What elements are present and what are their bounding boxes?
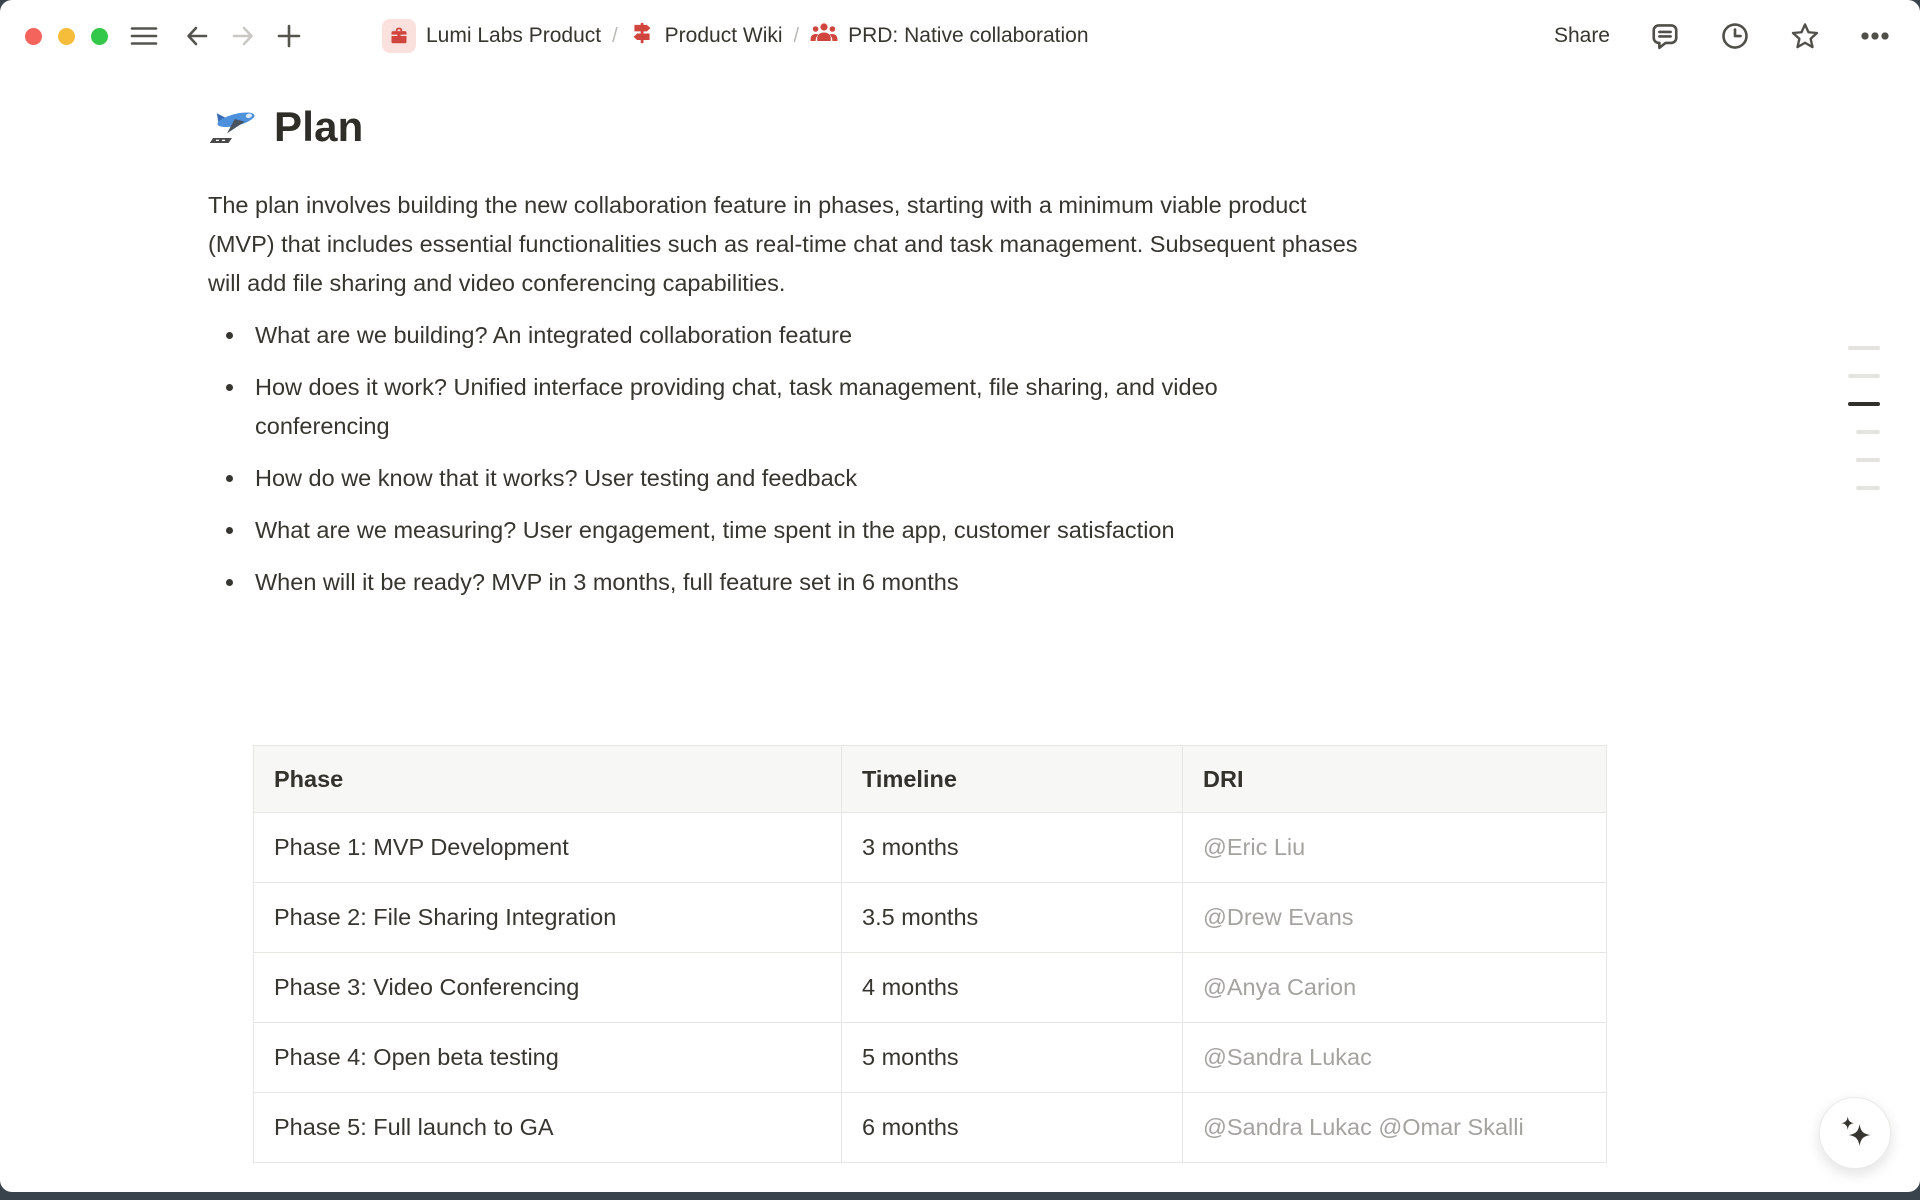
column-header-dri[interactable]: DRI [1183, 746, 1607, 813]
timeline-cell[interactable]: 3 months [842, 813, 1183, 883]
sidebar-menu-button[interactable] [130, 25, 158, 47]
table-row: Phase 4: Open beta testing 5 months @San… [254, 1023, 1607, 1093]
plus-icon [276, 23, 302, 49]
dri-cell[interactable]: @Sandra Lukac @Omar Skalli [1183, 1093, 1607, 1163]
phase-cell[interactable]: Phase 5: Full launch to GA [254, 1093, 842, 1163]
breadcrumb-separator: / [612, 25, 618, 48]
more-options-button[interactable] [1860, 21, 1890, 51]
phase-cell[interactable]: Phase 3: Video Conferencing [254, 953, 842, 1023]
column-header-phase[interactable]: Phase [254, 746, 842, 813]
more-options-icon [1860, 21, 1890, 51]
signpost-icon [629, 20, 655, 52]
list-item-text: How do we know that it works? User testi… [255, 465, 857, 491]
list-item[interactable]: What are we building? An integrated coll… [208, 316, 1358, 355]
bullet-marker [226, 527, 233, 534]
navigate-forward-button[interactable] [230, 24, 256, 48]
briefcase-icon [382, 19, 416, 53]
hamburger-icon [130, 25, 158, 47]
outline-line-active[interactable] [1848, 402, 1880, 406]
breadcrumb-label: Product Wiki [665, 24, 783, 48]
dri-cell[interactable]: @Sandra Lukac [1183, 1023, 1607, 1093]
list-item-text: What are we building? An integrated coll… [255, 322, 852, 348]
dri-cell[interactable]: @Anya Carion [1183, 953, 1607, 1023]
breadcrumb-separator: / [794, 25, 800, 48]
list-item-text: When will it be ready? MVP in 3 months, … [255, 569, 959, 595]
arrow-left-icon [184, 24, 210, 48]
app-window: Lumi Labs Product / Product Wiki / [0, 0, 1920, 1192]
close-window-button[interactable] [25, 28, 42, 45]
timeline-cell[interactable]: 3.5 months [842, 883, 1183, 953]
timeline-cell[interactable]: 5 months [842, 1023, 1183, 1093]
titlebar-actions: Share [1554, 21, 1890, 51]
phase-cell[interactable]: Phase 2: File Sharing Integration [254, 883, 842, 953]
ai-assistant-button[interactable] [1819, 1097, 1891, 1169]
table-row: Phase 5: Full launch to GA 6 months @San… [254, 1093, 1607, 1163]
list-item[interactable]: How does it work? Unified interface prov… [208, 368, 1358, 446]
share-button[interactable]: Share [1554, 24, 1610, 48]
list-item[interactable]: What are we measuring? User engagement, … [208, 511, 1358, 550]
list-item-text: How does it work? Unified interface prov… [255, 374, 1218, 439]
outline-line[interactable] [1856, 430, 1880, 434]
table-row: Phase 2: File Sharing Integration 3.5 mo… [254, 883, 1607, 953]
comments-button[interactable] [1650, 21, 1680, 51]
timeline-cell[interactable]: 4 months [842, 953, 1183, 1023]
breadcrumb-item-prd[interactable]: PRD: Native collaboration [810, 21, 1088, 51]
updates-button[interactable] [1720, 21, 1750, 51]
outline-line[interactable] [1856, 486, 1880, 490]
people-group-icon [810, 21, 838, 51]
breadcrumb-item-workspace[interactable]: Lumi Labs Product [382, 19, 601, 53]
sparkles-icon [1835, 1112, 1875, 1155]
new-page-button[interactable] [276, 23, 302, 49]
phases-table: Phase Timeline DRI Phase 1: MVP Developm… [253, 745, 1607, 1163]
window-controls [25, 28, 108, 45]
page-title-text: Plan [274, 103, 364, 151]
list-item-text: What are we measuring? User engagement, … [255, 517, 1175, 543]
column-header-timeline[interactable]: Timeline [842, 746, 1183, 813]
arrow-right-icon [230, 24, 256, 48]
table-row: Phase 1: MVP Development 3 months @Eric … [254, 813, 1607, 883]
bullet-marker [226, 579, 233, 586]
comments-icon [1650, 21, 1680, 51]
breadcrumb-label: PRD: Native collaboration [848, 24, 1088, 48]
outline-line[interactable] [1856, 458, 1880, 462]
minimize-window-button[interactable] [58, 28, 75, 45]
zoom-window-button[interactable] [91, 28, 108, 45]
favorite-star-icon [1790, 21, 1820, 51]
breadcrumb-label: Lumi Labs Product [426, 24, 601, 48]
bullet-marker [226, 384, 233, 391]
page-content: Plan The plan involves building the new … [0, 72, 1920, 1163]
questions-list: What are we building? An integrated coll… [208, 316, 1358, 602]
table-row: Phase 3: Video Conferencing 4 months @An… [254, 953, 1607, 1023]
document-outline-indicator[interactable] [1848, 346, 1880, 514]
phase-cell[interactable]: Phase 4: Open beta testing [254, 1023, 842, 1093]
outline-line[interactable] [1848, 346, 1880, 350]
breadcrumb: Lumi Labs Product / Product Wiki / [382, 19, 1089, 53]
timeline-cell[interactable]: 6 months [842, 1093, 1183, 1163]
breadcrumb-item-product-wiki[interactable]: Product Wiki [629, 20, 783, 52]
page-title[interactable]: Plan [208, 98, 1920, 156]
dri-cell[interactable]: @Eric Liu [1183, 813, 1607, 883]
table-header-row: Phase Timeline DRI [254, 746, 1607, 813]
phase-cell[interactable]: Phase 1: MVP Development [254, 813, 842, 883]
navigate-back-button[interactable] [184, 24, 210, 48]
dri-cell[interactable]: @Drew Evans [1183, 883, 1607, 953]
airplane-departure-icon [208, 98, 258, 156]
favorite-button[interactable] [1790, 21, 1820, 51]
bullet-marker [226, 332, 233, 339]
list-item[interactable]: When will it be ready? MVP in 3 months, … [208, 563, 1358, 602]
titlebar: Lumi Labs Product / Product Wiki / [0, 0, 1920, 72]
outline-line[interactable] [1848, 374, 1880, 378]
list-item[interactable]: How do we know that it works? User testi… [208, 459, 1358, 498]
intro-paragraph[interactable]: The plan involves building the new colla… [208, 186, 1363, 303]
updates-clock-icon [1720, 21, 1750, 51]
bullet-marker [226, 475, 233, 482]
